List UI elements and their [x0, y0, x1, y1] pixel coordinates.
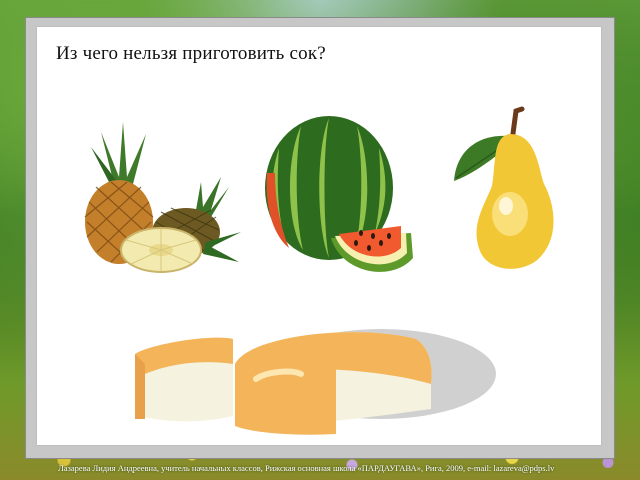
footer-credits: Лазарева Лидия Андреевна, учитель началь… — [58, 463, 555, 473]
pear-icon[interactable] — [448, 106, 578, 271]
watermelon-icon[interactable] — [261, 108, 426, 283]
cheese-icon[interactable] — [131, 324, 501, 442]
pineapple-icon[interactable] — [61, 122, 251, 282]
question-text: Из чего нельзя приготовить сок? — [56, 43, 326, 64]
slide-card: Из чего нельзя приготовить сок? — [36, 26, 602, 446]
